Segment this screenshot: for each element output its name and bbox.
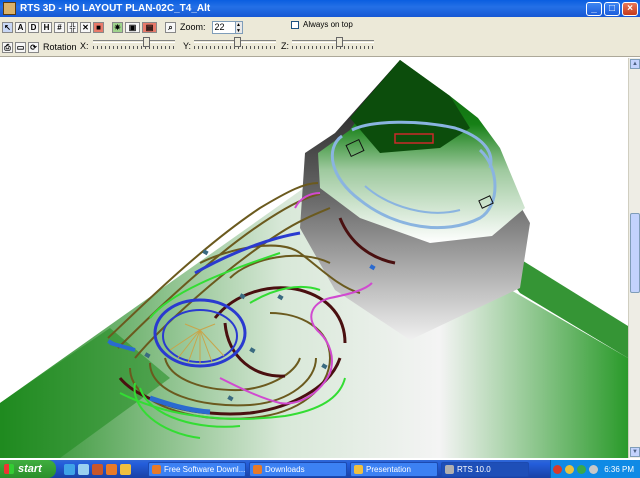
camera-icon[interactable]: ▣	[125, 21, 140, 33]
close-button[interactable]: ×	[622, 1, 638, 16]
slider-thumb[interactable]	[143, 37, 150, 47]
ie-icon[interactable]	[64, 463, 75, 475]
slider-thumb[interactable]	[336, 37, 343, 47]
axis-x-label: X:	[80, 41, 89, 51]
rotation-x-slider[interactable]	[93, 37, 175, 51]
taskbar-item-label: RTS 10.0	[457, 464, 491, 474]
layout-3d-viewport[interactable]	[0, 58, 628, 458]
zoom-spinner[interactable]: ▲ ▼	[235, 20, 243, 34]
close-icon: ×	[627, 2, 633, 14]
window-title: RTS 3D - HO LAYOUT PLAN-02C_T4_Alt	[20, 3, 211, 14]
axis-y-label: Y:	[183, 41, 192, 51]
start-label: start	[18, 463, 42, 475]
toolbar-row-1: ↖ A D H # ╬ ✕ ■ ✷ ▣ ▤ ⌕ Zoom: 22 ▲ ▼	[0, 17, 243, 37]
scroll-thumb[interactable]	[630, 213, 640, 293]
desktop-icon[interactable]	[78, 463, 89, 475]
scroll-down-icon[interactable]: ▼	[630, 447, 640, 457]
maximize-icon: □	[608, 2, 616, 14]
taskbar-item-label: Free Software Downl...	[164, 464, 246, 474]
app-icon	[3, 2, 16, 15]
vertical-scrollbar[interactable]: ▲ ▼	[628, 58, 640, 458]
view-h-button[interactable]: H	[41, 21, 52, 33]
volume-icon[interactable]	[577, 464, 587, 474]
rotation-label: Rotation	[43, 42, 77, 52]
taskbar: start Free Software Downl... Downloads P…	[0, 460, 640, 478]
rotate-icon[interactable]: ⟳	[28, 41, 39, 53]
zoom-input[interactable]: 22	[211, 20, 236, 34]
taskbar-item-label: Presentation	[366, 464, 411, 474]
taskbar-item-label: Downloads	[265, 464, 305, 474]
tracks-icon[interactable]: ╬	[67, 21, 78, 33]
minimize-icon: _	[591, 2, 597, 14]
system-tray: 6:36 PM	[550, 460, 640, 478]
light-icon[interactable]: ✷	[112, 21, 123, 33]
media-icon[interactable]	[92, 463, 103, 475]
toolbar-area: ↖ A D H # ╬ ✕ ■ ✷ ▣ ▤ ⌕ Zoom: 22 ▲ ▼ Alwa…	[0, 17, 640, 57]
zoom-icon[interactable]: ⌕	[165, 21, 176, 33]
always-on-top-label: Always on top	[303, 20, 353, 29]
taskbar-item-downloads[interactable]: Downloads	[249, 461, 347, 477]
taskbar-item-presentation[interactable]: Presentation	[350, 461, 438, 477]
rotation-y-slider[interactable]	[194, 37, 276, 51]
checkbox-box[interactable]	[291, 20, 299, 29]
scenery-icon[interactable]: ■	[93, 21, 104, 33]
toolbar-row-2: ⎙ ▭ ⟳ Rotation	[0, 37, 77, 57]
folder-icon	[354, 464, 363, 474]
always-on-top-checkbox[interactable]: Always on top	[291, 20, 353, 29]
minimize-button[interactable]: _	[586, 1, 602, 16]
update-icon[interactable]	[589, 464, 599, 474]
firefox-icon	[253, 464, 262, 474]
layout-3d-render	[0, 60, 628, 458]
folder-quick-icon[interactable]	[120, 463, 131, 475]
view-a-button[interactable]: A	[15, 21, 26, 33]
firefox-icon	[152, 464, 161, 474]
grid-icon[interactable]: #	[54, 21, 65, 33]
clock: 6:36 PM	[604, 464, 634, 474]
axis-z-label: Z:	[281, 41, 289, 51]
windows-logo-icon	[4, 464, 14, 474]
palette-icon[interactable]: ▤	[142, 21, 157, 33]
taskbar-item-free-software[interactable]: Free Software Downl...	[148, 461, 246, 477]
maximize-button[interactable]: □	[604, 1, 620, 16]
rts-app-icon	[445, 464, 454, 474]
save-image-icon[interactable]: ▭	[15, 41, 26, 53]
taskbar-item-rts[interactable]: RTS 10.0	[441, 461, 529, 477]
print-icon[interactable]: ⎙	[2, 41, 13, 53]
switch-icon[interactable]: ✕	[80, 21, 91, 33]
network-icon[interactable]	[565, 464, 575, 474]
security-icon[interactable]	[553, 464, 563, 474]
zoom-label: Zoom:	[180, 22, 206, 32]
view-select-icon[interactable]: ↖	[2, 21, 13, 33]
title-bar: RTS 3D - HO LAYOUT PLAN-02C_T4_Alt _ □ ×	[0, 0, 640, 17]
slider-thumb[interactable]	[234, 37, 241, 47]
view-d-button[interactable]: D	[28, 21, 39, 33]
quick-launch	[64, 463, 134, 475]
rotation-z-slider[interactable]	[292, 37, 374, 51]
scroll-up-icon[interactable]: ▲	[630, 59, 640, 69]
start-button[interactable]: start	[0, 460, 56, 478]
firefox-quick-icon[interactable]	[106, 463, 117, 475]
